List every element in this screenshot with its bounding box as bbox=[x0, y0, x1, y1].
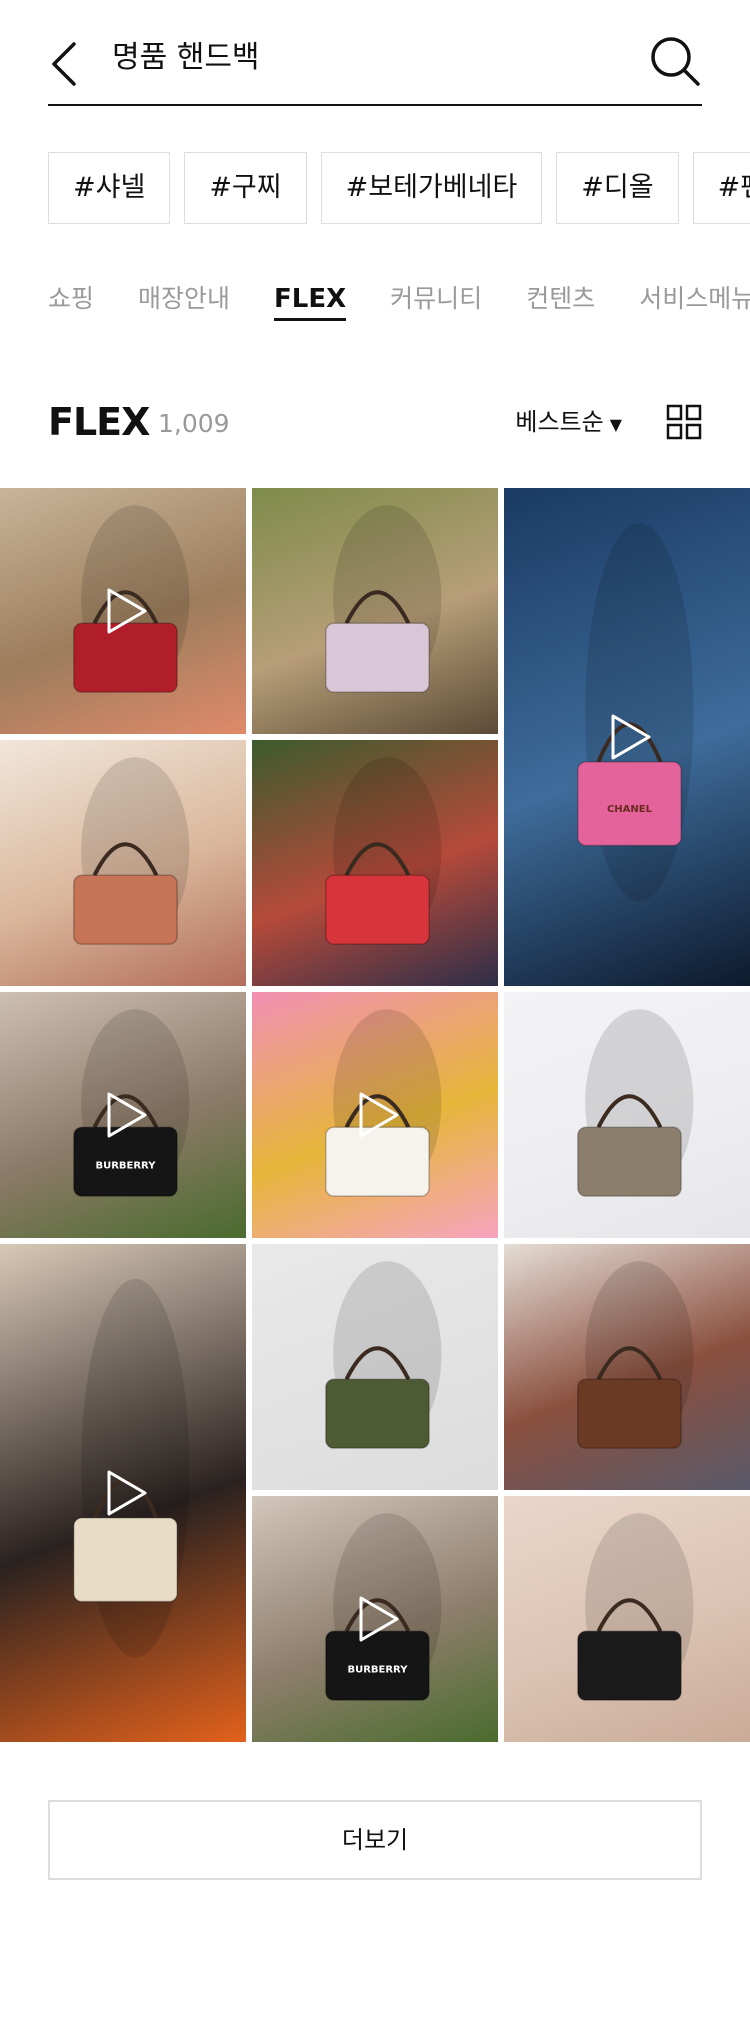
tile-photo bbox=[577, 1009, 694, 1197]
bag-logo-text: BURBERRY bbox=[95, 1161, 156, 1172]
search-bar: 명품 핸드백 bbox=[48, 28, 702, 106]
hashtag-chip-chanel[interactable]: #샤넬 bbox=[48, 152, 171, 224]
back-arrow-icon[interactable] bbox=[48, 36, 88, 92]
feed-tile-3[interactable]: CHANEL bbox=[504, 488, 750, 986]
play-icon bbox=[107, 1092, 147, 1138]
feed-tile-6[interactable]: BURBERRY bbox=[0, 992, 246, 1238]
feed-tile-1[interactable] bbox=[0, 488, 246, 734]
feed-tile-7[interactable] bbox=[252, 992, 498, 1238]
handbag-shape bbox=[73, 1517, 178, 1603]
tab-contents[interactable]: 컨텐츠 bbox=[526, 280, 595, 318]
result-count: 1,009 bbox=[158, 409, 230, 438]
tile-photo bbox=[325, 757, 442, 945]
feed-tile-4[interactable] bbox=[0, 740, 246, 986]
tile-photo bbox=[325, 505, 442, 693]
handbag-shape bbox=[577, 1378, 682, 1449]
bag-logo-text: BURBERRY bbox=[347, 1665, 408, 1676]
hashtag-chip-list: #샤넬#구찌#보테가베네타#디올#펜디 bbox=[48, 152, 750, 224]
hashtag-chip-bottega-veneta[interactable]: #보테가베네타 bbox=[320, 152, 543, 224]
section-title: FLEX bbox=[48, 400, 150, 444]
load-more-button[interactable]: 더보기 bbox=[48, 1800, 702, 1880]
category-tabs: 쇼핑 매장안내 FLEX 커뮤니티 컨텐츠 서비스메뉴 bbox=[48, 280, 750, 326]
tile-photo bbox=[577, 1513, 694, 1701]
flex-feed-grid: CHANEL BURBERRY BURBERRY bbox=[0, 488, 750, 1742]
tab-store-info[interactable]: 매장안내 bbox=[138, 280, 230, 318]
feed-tile-13[interactable] bbox=[504, 1496, 750, 1742]
feed-tile-12[interactable]: BURBERRY bbox=[252, 1496, 498, 1742]
grid-view-icon[interactable] bbox=[666, 404, 702, 440]
search-input[interactable]: 명품 핸드백 bbox=[112, 38, 260, 78]
hashtag-chip-gucci[interactable]: #구찌 bbox=[184, 152, 307, 224]
tab-flex[interactable]: FLEX bbox=[274, 280, 347, 321]
bag-logo-text: CHANEL bbox=[607, 804, 653, 815]
feed-tile-11[interactable] bbox=[504, 1244, 750, 1490]
feed-tile-8[interactable] bbox=[504, 992, 750, 1238]
sort-dropdown[interactable]: 베스트순 ▼ bbox=[515, 406, 622, 441]
tab-service-menu[interactable]: 서비스메뉴 bbox=[639, 280, 750, 318]
tab-community[interactable]: 커뮤니티 bbox=[390, 280, 482, 318]
handbag-shape bbox=[325, 1378, 430, 1449]
hashtag-chip-fendi[interactable]: #펜디 bbox=[692, 152, 750, 224]
handbag-shape bbox=[577, 1630, 682, 1701]
tile-photo bbox=[73, 757, 190, 945]
tile-photo bbox=[325, 1261, 442, 1449]
section-header: FLEX 1,009 베스트순 ▼ bbox=[48, 396, 702, 448]
feed-tile-10[interactable] bbox=[252, 1244, 498, 1490]
sort-label: 베스트순 bbox=[515, 408, 604, 436]
tile-photo bbox=[577, 1261, 694, 1449]
play-icon bbox=[107, 588, 147, 634]
hashtag-chip-dior[interactable]: #디올 bbox=[556, 152, 679, 224]
caret-down-icon: ▼ bbox=[609, 415, 622, 434]
handbag-shape bbox=[325, 622, 430, 693]
feed-tile-9[interactable] bbox=[0, 1244, 246, 1742]
play-icon bbox=[611, 714, 651, 760]
play-icon bbox=[359, 1596, 399, 1642]
feed-tile-2[interactable] bbox=[252, 488, 498, 734]
handbag-shape bbox=[325, 874, 430, 945]
handbag-shape bbox=[73, 874, 178, 945]
play-icon bbox=[107, 1470, 147, 1516]
handbag-shape bbox=[577, 1126, 682, 1197]
tab-shopping[interactable]: 쇼핑 bbox=[48, 280, 94, 318]
feed-tile-5[interactable] bbox=[252, 740, 498, 986]
search-icon[interactable] bbox=[648, 34, 702, 88]
play-icon bbox=[359, 1092, 399, 1138]
